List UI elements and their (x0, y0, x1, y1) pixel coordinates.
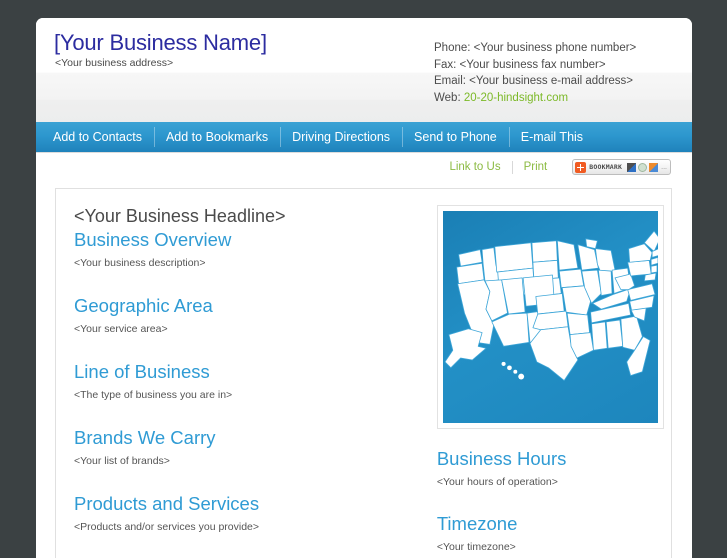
plus-icon (575, 161, 587, 173)
united-states-map-icon (444, 230, 658, 381)
section-title-products-and-services: Products and Services (74, 493, 260, 514)
section-text-business-overview: <Your business description> (74, 257, 206, 269)
action-navbar: Add to Contacts Add to Bookmarks Driving… (36, 122, 692, 153)
section-brands-we-carry: Brands We Carry <Your list of brands> (74, 426, 420, 469)
nav-add-to-bookmarks[interactable]: Add to Bookmarks (153, 122, 280, 152)
link-to-us-link[interactable]: Link to Us (438, 161, 511, 173)
content-card: <Your Business Headline> Business Overvi… (55, 188, 672, 558)
section-text-geographic-area: <Your service area> (74, 323, 168, 335)
business-headline: <Your Business Headline> (74, 206, 286, 226)
stumbleupon-icon[interactable] (638, 162, 648, 172)
web-line: Web: 20-20-hindsight.com (434, 90, 636, 107)
fax-line: Fax: <Your business fax number> (434, 58, 606, 71)
contact-info-block: Phone: <Your business phone number> Fax:… (434, 40, 636, 106)
utility-row: Link to Us Print BOOKMARK ... (36, 153, 692, 187)
section-products-and-services: Products and Services <Products and/or s… (74, 492, 420, 535)
nav-driving-directions[interactable]: Driving Directions (280, 122, 402, 152)
bookmark-button-label: BOOKMARK (589, 163, 623, 171)
email-line: Email: <Your business e-mail address> (434, 75, 634, 87)
share-service-icons (627, 162, 659, 172)
business-listing-page: [Your Business Name] <Your business addr… (36, 18, 692, 558)
nav-add-to-contacts[interactable]: Add to Contacts (36, 122, 154, 152)
section-text-brands-we-carry: <Your list of brands> (74, 455, 170, 467)
section-text-business-hours: <Your hours of operation> (436, 476, 558, 488)
delicious-icon[interactable] (627, 162, 637, 172)
more-services-ellipsis[interactable]: ... (661, 164, 667, 171)
section-text-products-and-services: <Products and/or services you provide> (74, 521, 260, 533)
service-area-map (436, 205, 664, 429)
section-business-hours: Business Hours <Your hours of operation> (437, 447, 671, 490)
section-geographic-area: Geographic Area <Your service area> (74, 294, 420, 337)
print-link[interactable]: Print (513, 161, 559, 173)
section-text-line-of-business: <The type of business you are in> (74, 389, 233, 401)
nav-email-this[interactable]: E-mail This (508, 122, 595, 152)
business-address: <Your business address> (55, 57, 174, 69)
website-link[interactable]: 20-20-hindsight.com (464, 92, 568, 104)
utility-links: Link to Us Print BOOKMARK ... (438, 159, 671, 175)
web-label: Web: (434, 91, 461, 104)
section-title-business-overview: Business Overview (74, 229, 232, 250)
page-header: [Your Business Name] <Your business addr… (36, 18, 692, 122)
phone-line: Phone: <Your business phone number> (434, 42, 637, 54)
left-content-column: <Your Business Headline> Business Overvi… (56, 205, 420, 558)
map-canvas (442, 211, 658, 423)
windows-live-icon[interactable] (649, 162, 659, 172)
nav-send-to-phone[interactable]: Send to Phone (402, 122, 509, 152)
section-title-business-hours: Business Hours (436, 448, 567, 469)
section-text-timezone: <Your timezone> (436, 541, 516, 553)
section-title-line-of-business: Line of Business (74, 361, 210, 382)
section-timezone: Timezone <Your timezone> (437, 512, 671, 555)
section-line-of-business: Line of Business <The type of business y… (74, 360, 420, 403)
section-title-geographic-area: Geographic Area (74, 295, 213, 316)
section-title-brands-we-carry: Brands We Carry (74, 427, 216, 448)
section-title-timezone: Timezone (436, 513, 518, 534)
content-columns: <Your Business Headline> Business Overvi… (56, 189, 671, 558)
business-name: [Your Business Name] (54, 30, 267, 55)
bookmark-share-button[interactable]: BOOKMARK ... (572, 159, 671, 175)
right-content-column: Business Hours <Your hours of operation>… (420, 205, 671, 558)
section-business-overview: <Your Business Headline> Business Overvi… (74, 205, 420, 271)
